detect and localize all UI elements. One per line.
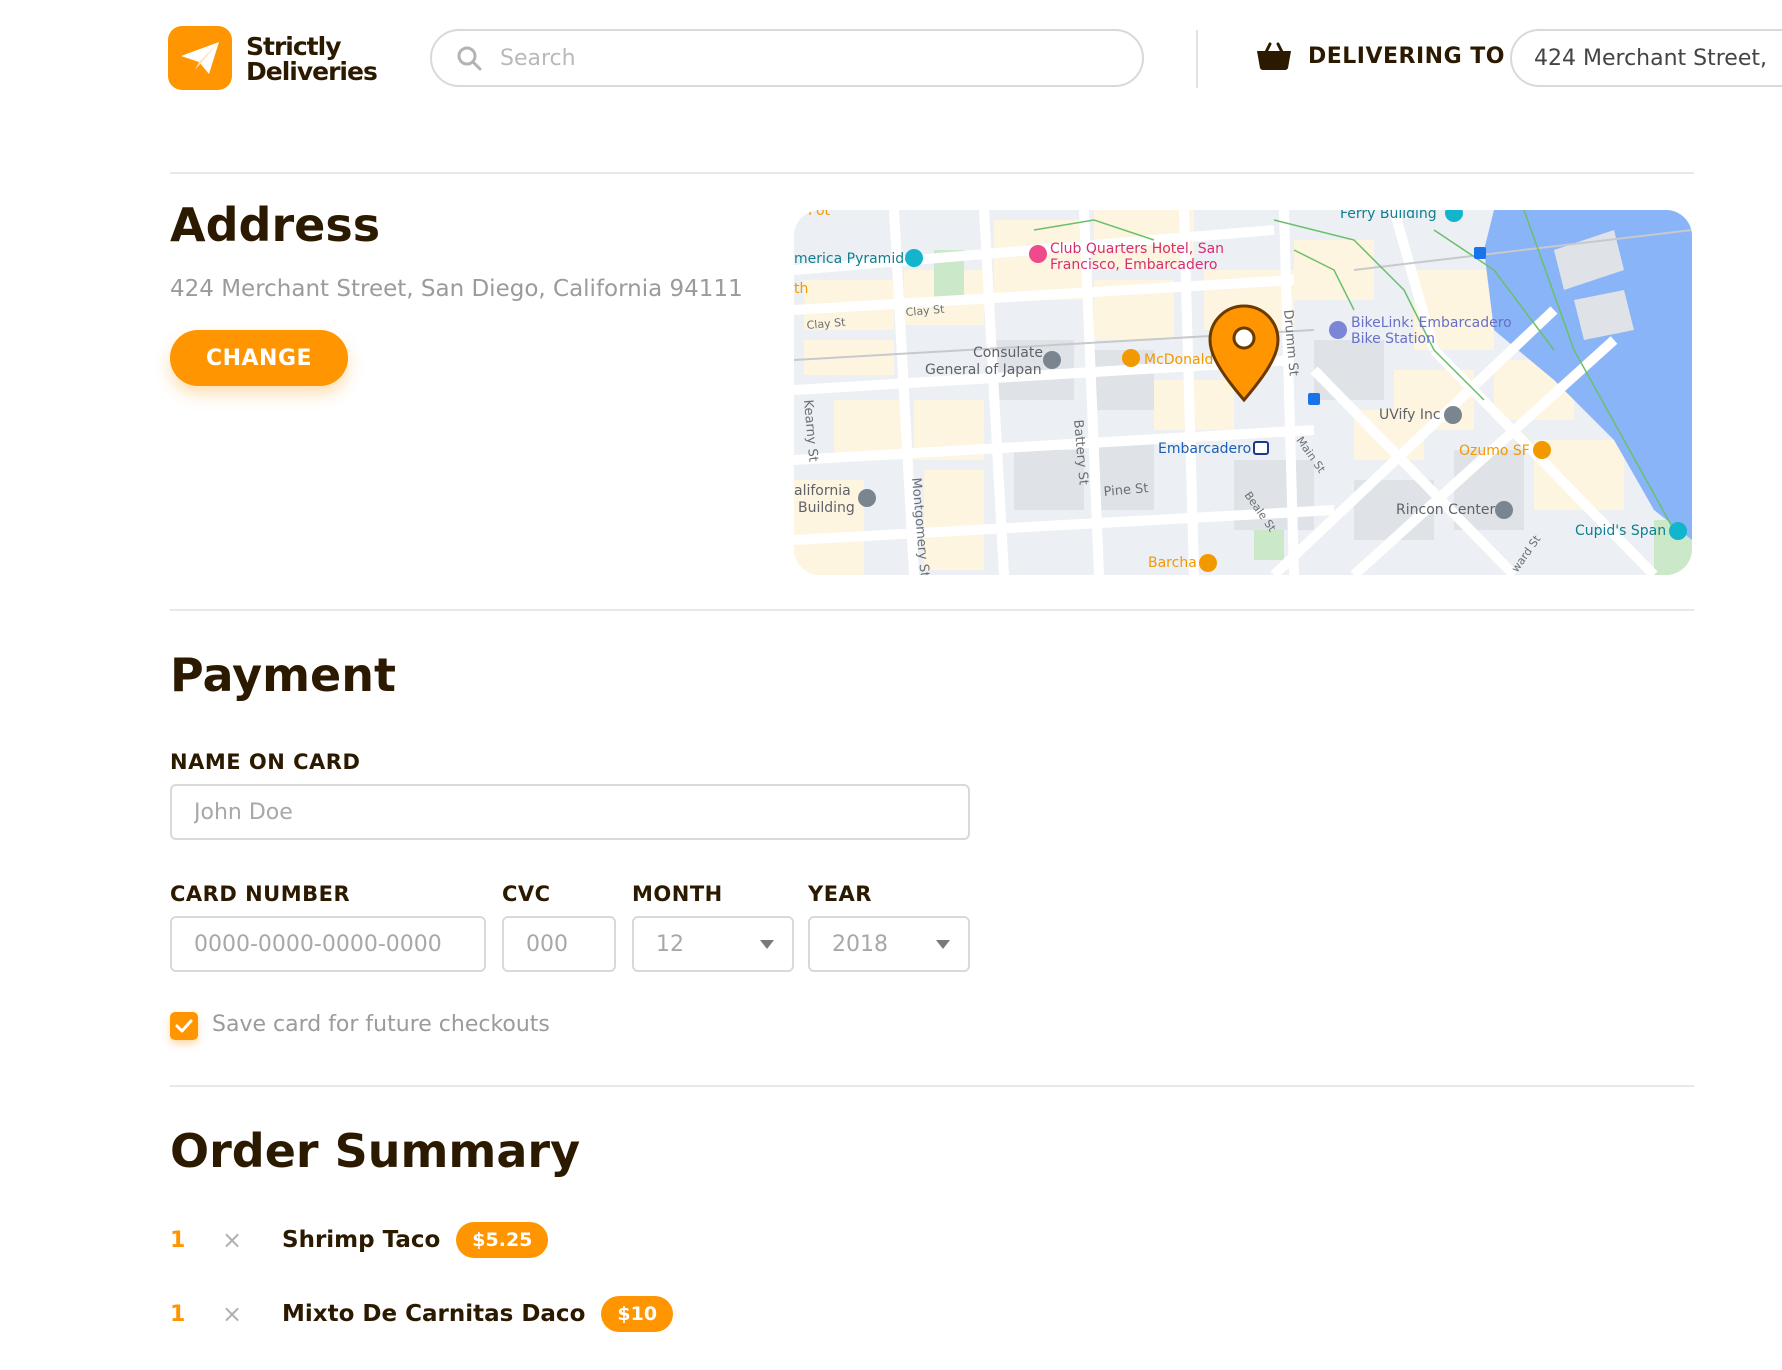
delivering-to: DELIVERING TO: [1256, 42, 1505, 70]
map-label-bikelink-2: Bike Station: [1351, 331, 1435, 347]
basket-icon: [1257, 42, 1291, 70]
caret-down-icon: [760, 939, 774, 949]
item-name: Shrimp Taco: [282, 1227, 441, 1253]
map-label-mcdonalds: McDonald: [1144, 352, 1213, 368]
month-label: MONTH: [632, 882, 723, 906]
card-number-label: CARD NUMBER: [170, 882, 351, 906]
order-item: 1 × Mixto De Carnitas Daco $10: [170, 1296, 674, 1332]
cvc-label: CVC: [502, 882, 551, 906]
map-canvas: Pot merica Pyramid th Club Quarters Hote…: [794, 210, 1692, 575]
search-bar[interactable]: [430, 29, 1144, 87]
brand-line-1: Strictly: [246, 32, 341, 61]
order-item: 1 × Shrimp Taco $5.25: [170, 1222, 549, 1258]
delivery-address-text: 424 Merchant Street,: [1534, 45, 1767, 71]
item-quantity: 1: [170, 1301, 186, 1327]
card-number-input[interactable]: [194, 931, 484, 957]
name-on-card-field[interactable]: [170, 784, 970, 840]
brand-line-2: Deliveries: [246, 57, 378, 86]
divider: [170, 609, 1694, 611]
map-label-barcha: Barcha: [1148, 555, 1197, 571]
full-address: 424 Merchant Street, San Diego, Californ…: [170, 276, 743, 302]
divider: [170, 1085, 1694, 1087]
map-label-california-2: Building: [798, 500, 855, 516]
map-label-consulate-1: Consulate: [973, 345, 1043, 361]
search-input[interactable]: [500, 45, 1100, 71]
times-icon: ×: [222, 1300, 243, 1328]
map-label-ferry: Ferry Building: [1340, 210, 1437, 222]
map-label-pyramid: merica Pyramid: [794, 251, 904, 267]
map-label-ozumo: Ozumo SF: [1459, 443, 1530, 459]
map-label-bikelink-1: BikeLink: Embarcadero: [1351, 315, 1512, 331]
delivery-address-pill[interactable]: 424 Merchant Street,: [1510, 29, 1782, 87]
save-card-label[interactable]: Save card for future checkouts: [212, 1012, 550, 1037]
item-name: Mixto De Carnitas Daco: [282, 1301, 586, 1327]
card-number-field[interactable]: [170, 916, 486, 972]
year-label: YEAR: [808, 882, 872, 906]
item-price-badge: $5.25: [456, 1222, 549, 1258]
cvc-field[interactable]: [502, 916, 616, 972]
month-select[interactable]: 12: [632, 916, 794, 972]
payment-title: Payment: [170, 648, 396, 702]
map-label-california-1: alifornia: [794, 483, 851, 499]
address-title: Address: [170, 198, 381, 252]
item-quantity: 1: [170, 1227, 186, 1253]
map-label-cupids: Cupid's Span: [1575, 523, 1666, 539]
map-label-th: th: [794, 281, 808, 297]
map-label-club-2: Francisco, Embarcadero: [1050, 257, 1217, 273]
name-on-card-label: NAME ON CARD: [170, 750, 361, 774]
change-address-button[interactable]: CHANGE: [170, 330, 348, 386]
save-card-checkbox[interactable]: [170, 1012, 198, 1040]
map-label-consulate-2: General of Japan: [925, 362, 1042, 378]
cvc-input[interactable]: [526, 931, 614, 957]
header-divider: [1196, 30, 1198, 88]
times-icon: ×: [222, 1226, 243, 1254]
map-label-uvify: UVify Inc: [1379, 407, 1441, 423]
map-label-club-1: Club Quarters Hotel, San: [1050, 241, 1224, 257]
order-summary-title: Order Summary: [170, 1124, 581, 1178]
year-value: 2018: [832, 931, 888, 957]
divider: [170, 172, 1694, 174]
name-on-card-input[interactable]: [194, 799, 968, 825]
paper-plane-icon: [181, 42, 219, 74]
map-label-rincon: Rincon Center: [1396, 502, 1495, 518]
map-label-pot: Pot: [808, 210, 831, 219]
map[interactable]: Pot merica Pyramid th Club Quarters Hote…: [794, 210, 1692, 575]
item-price-badge: $10: [601, 1296, 674, 1332]
year-select[interactable]: 2018: [808, 916, 970, 972]
month-value: 12: [656, 931, 684, 957]
search-icon: [457, 46, 482, 71]
caret-down-icon: [936, 939, 950, 949]
checkmark-icon: [175, 1019, 193, 1033]
brand-logo[interactable]: [168, 26, 232, 90]
delivering-label: DELIVERING TO: [1308, 43, 1506, 69]
map-label-embarcadero: Embarcadero: [1158, 441, 1251, 457]
brand-name[interactable]: Strictly Deliveries: [246, 32, 378, 86]
